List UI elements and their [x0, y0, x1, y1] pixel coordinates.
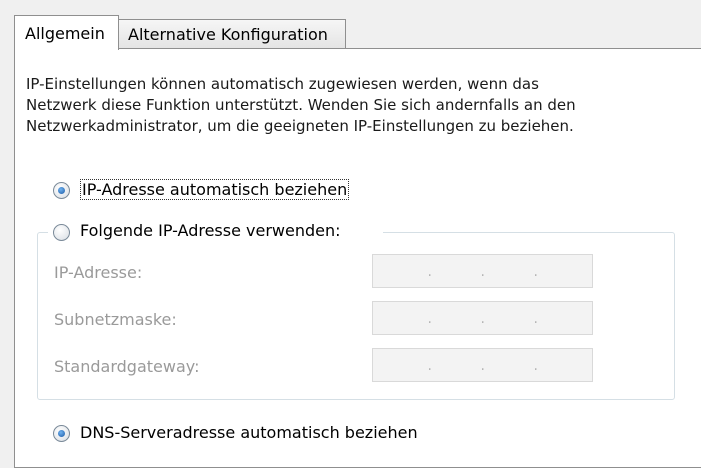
ip-manual-radio[interactable]: [53, 224, 70, 241]
ip-address-octet-separator: .: [533, 264, 538, 280]
tab-alternate-configuration[interactable]: Alternative Konfiguration: [118, 19, 346, 49]
description-text: IP-Einstellungen können automatisch zuge…: [26, 75, 576, 135]
subnet-mask-octet-separator: .: [480, 311, 485, 327]
subnet-mask-octet-separator: .: [427, 311, 432, 327]
ip-address-octet-separator: .: [427, 264, 432, 280]
ip-address-label: IP-Adresse:: [54, 263, 143, 282]
tab-strip: Allgemein Alternative Konfiguration: [14, 14, 346, 50]
dns-auto-label[interactable]: DNS-Serveradresse automatisch beziehen: [80, 423, 418, 443]
tab-general[interactable]: Allgemein: [14, 15, 119, 50]
default-gateway-octet-separator: .: [427, 358, 432, 374]
ip-manual-label[interactable]: Folgende IP-Adresse verwenden:: [80, 221, 341, 241]
subnet-mask-input[interactable]: . . .: [372, 301, 593, 335]
ip-auto-label[interactable]: IP-Adresse automatisch beziehen: [80, 179, 350, 200]
dns-auto-radio[interactable]: [53, 425, 70, 442]
default-gateway-input[interactable]: . . .: [372, 348, 593, 382]
ip-address-octet-separator: .: [480, 264, 485, 280]
ip-auto-radio[interactable]: [53, 182, 70, 199]
default-gateway-octet-separator: .: [533, 358, 538, 374]
default-gateway-label: Standardgateway:: [54, 357, 200, 376]
subnet-mask-label: Subnetzmaske:: [54, 310, 177, 329]
ip-address-input[interactable]: . . .: [372, 254, 593, 288]
subnet-mask-octet-separator: .: [533, 311, 538, 327]
default-gateway-octet-separator: .: [480, 358, 485, 374]
focus-outline: IP-Adresse automatisch beziehen: [80, 179, 350, 200]
